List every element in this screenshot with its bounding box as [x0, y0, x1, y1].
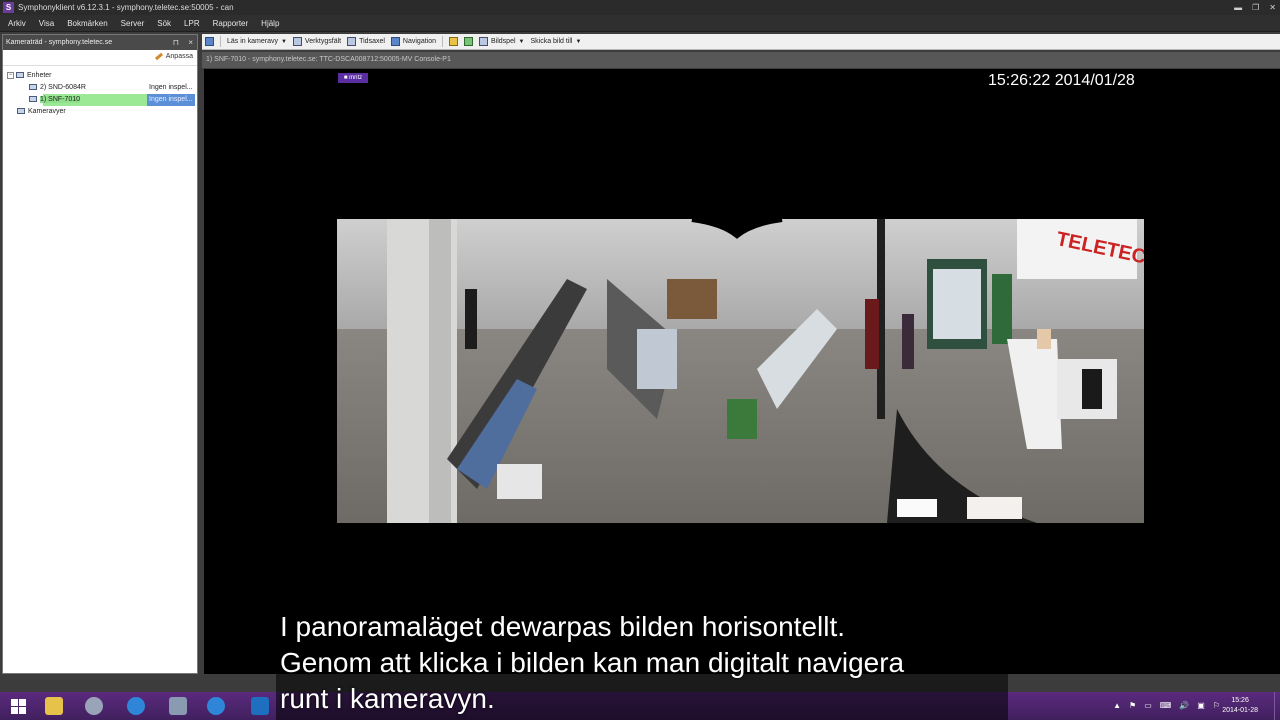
main-toolbar: Läs in kameravy ▼ Verktygsfält Tidsaxel N… — [202, 34, 1280, 50]
viewport-header: 1) SNF-7010 - symphony.teletec.se: TTC-D… — [202, 52, 1280, 68]
minimize-icon[interactable]: ▬ — [1234, 0, 1242, 15]
restore-icon[interactable]: ❐ — [1252, 0, 1259, 15]
send-image-label: Skicka bild till — [530, 38, 573, 45]
display-icon[interactable]: ▭ — [1144, 701, 1152, 710]
taskbar-app-4[interactable] — [160, 694, 196, 718]
recording-status: Ingen inspel... — [149, 84, 193, 91]
adjust-button[interactable]: Anpassa — [154, 52, 193, 61]
load-view-button[interactable]: Läs in kameravy ▼ — [227, 38, 287, 45]
collapse-icon[interactable]: − — [7, 71, 14, 79]
app-icon — [169, 697, 187, 715]
slideshow-button[interactable]: Bildspel ▼ — [479, 37, 524, 46]
video-timestamp: 15:26:22 2014/01/28 — [988, 72, 1135, 89]
outlook-icon — [251, 697, 269, 715]
tree-node-camera-views[interactable]: Kameravyer — [3, 106, 197, 118]
tools-button[interactable]: Verktygsfält — [292, 37, 342, 46]
navigation-icon — [390, 37, 400, 46]
symphony-client-window: S Symphonyklient v6.12.3.1 - symphony.te… — [0, 0, 1280, 692]
camera-tree: − Enheter 2) SND-6084R Ingen inspel... 1)… — [3, 66, 197, 118]
close-panel-icon[interactable]: × — [188, 35, 193, 50]
subtitle-line: runt i kameravyn. — [280, 683, 495, 714]
app-icon: S — [3, 2, 14, 13]
recording-status: Ingen inspel... — [147, 94, 195, 106]
camera-tree-toolbar: Anpassa — [3, 50, 197, 66]
tree-node-label: 2) SND-6084R — [40, 84, 86, 91]
menu-lpr[interactable]: LPR — [184, 19, 200, 28]
slideshow-label: Bildspel — [491, 38, 516, 45]
toolbar-icon — [292, 37, 302, 46]
app-icon — [85, 697, 103, 715]
camera-logo: ■ mntz — [338, 73, 368, 83]
taskbar-ie[interactable] — [118, 694, 154, 718]
tree-node-label: Kameravyer — [28, 108, 66, 115]
slideshow-icon — [479, 37, 488, 46]
action-center-icon[interactable]: ⚐ — [1213, 701, 1220, 710]
layout-icon[interactable] — [464, 37, 473, 46]
taskbar-explorer[interactable] — [36, 694, 72, 718]
tree-node-label: Enheter — [27, 72, 52, 79]
lock-icon[interactable] — [449, 37, 458, 46]
subtitle-line: Genom att klicka i bilden kan man digita… — [280, 647, 905, 678]
pin-icon[interactable]: ⊓ — [173, 35, 179, 50]
adjust-label: Anpassa — [165, 53, 193, 60]
load-view-label: Läs in kameravy — [227, 38, 278, 45]
tree-node-devices[interactable]: − Enheter — [3, 70, 197, 82]
windows-logo-icon — [10, 698, 26, 714]
camera-tree-panel: Kameraträd - symphony.teletec.se ⊓ × Anp… — [2, 34, 198, 674]
menu-hjalp[interactable]: Hjälp — [261, 19, 279, 28]
start-button[interactable] — [0, 694, 36, 718]
taskbar-ie-2[interactable] — [198, 694, 234, 718]
menu-bokmarken[interactable]: Bokmärken — [67, 19, 107, 28]
tree-node-camera[interactable]: 2) SND-6084R Ingen inspel... — [3, 82, 197, 94]
video-subtitles: I panoramaläget dewarpas bilden horisont… — [280, 609, 904, 717]
taskbar-clock[interactable]: 15:26 2014-01-28 — [1222, 696, 1258, 716]
menu-rapporter[interactable]: Rapporter — [213, 19, 249, 28]
close-icon[interactable]: ✕ — [1269, 0, 1276, 15]
navigation-label: Navigation — [402, 38, 436, 45]
volume-icon[interactable]: 🔊 — [1179, 701, 1189, 710]
timeline-icon — [347, 37, 357, 46]
folder-icon — [45, 697, 63, 715]
chevron-down-icon: ▼ — [575, 38, 582, 45]
flag-icon[interactable]: ⚑ — [1129, 701, 1136, 710]
system-tray: ▲ ⚑ ▭ ⌨ 🔊 ▣ ⚐ — [1113, 701, 1220, 710]
menu-visa[interactable]: Visa — [39, 19, 54, 28]
clock-date: 2014-01-28 — [1222, 707, 1258, 714]
grid-icon — [17, 108, 25, 115]
clock-time: 15:26 — [1231, 697, 1249, 704]
taskbar-outlook[interactable] — [242, 694, 278, 718]
camera-icon — [29, 84, 37, 91]
navigation-button[interactable]: Navigation — [390, 37, 436, 46]
camera-icon — [29, 96, 37, 103]
tools-label: Verktygsfält — [304, 38, 342, 45]
tree-node-camera-selected[interactable]: 1) SNF-7010 Ingen inspel... — [3, 94, 197, 106]
timeline-label: Tidsaxel — [359, 38, 385, 45]
internet-explorer-icon — [207, 697, 225, 715]
save-icon[interactable] — [205, 37, 214, 46]
tree-node-label: 1) SNF-7010 — [40, 96, 81, 103]
timeline-button[interactable]: Tidsaxel — [347, 37, 385, 46]
internet-explorer-icon — [127, 697, 145, 715]
camera-tree-header: Kameraträd - symphony.teletec.se ⊓ × — [3, 35, 197, 50]
title-bar: S Symphonyklient v6.12.3.1 - symphony.te… — [0, 0, 1280, 15]
pencil-icon — [154, 52, 163, 61]
chevron-down-icon: ▼ — [518, 38, 525, 45]
camera-video-view[interactable]: ■ mntz 15:26:22 2014/01/28 TELETEC — [204, 69, 1280, 674]
taskbar-app-2[interactable] — [76, 694, 112, 718]
chevron-down-icon: ▼ — [280, 38, 287, 45]
panorama-image[interactable]: TELETEC — [337, 219, 1144, 523]
show-hidden-icon[interactable]: ▲ — [1113, 701, 1121, 710]
menu-arkiv[interactable]: Arkiv — [8, 19, 26, 28]
menu-bar: Arkiv Visa Bokmärken Server Sök LPR Rapp… — [0, 15, 1280, 32]
subtitle-line: I panoramaläget dewarpas bilden horisont… — [280, 611, 846, 642]
camera-tree-title: Kameraträd - symphony.teletec.se — [6, 39, 113, 46]
keyboard-icon[interactable]: ⌨ — [1160, 701, 1172, 710]
send-image-button[interactable]: Skicka bild till ▼ — [530, 38, 581, 45]
network-icon — [16, 72, 24, 79]
menu-sok[interactable]: Sök — [157, 19, 171, 28]
show-desktop-button[interactable] — [1274, 692, 1280, 720]
menu-server[interactable]: Server — [121, 19, 145, 28]
window-title: Symphonyklient v6.12.3.1 - symphony.tele… — [18, 3, 234, 12]
network-icon[interactable]: ▣ — [1197, 701, 1205, 710]
